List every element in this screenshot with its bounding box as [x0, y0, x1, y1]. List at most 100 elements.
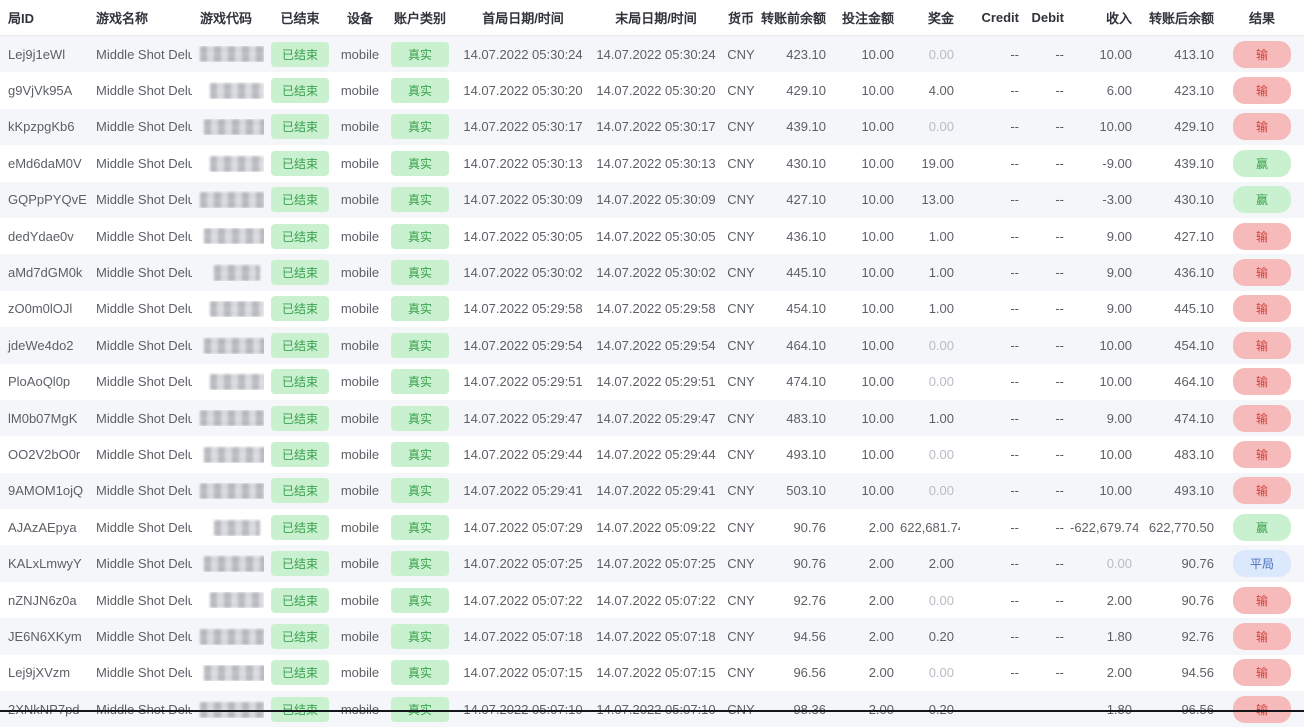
table-row[interactable]: g9VjVk95AMiddle Shot Deluxe已结束mobile真实14… — [0, 72, 1304, 108]
result-badge: 输 — [1233, 223, 1291, 250]
account-type-badge: 真实 — [384, 442, 456, 467]
income: 2.00 — [1070, 665, 1138, 680]
income: -622,679.74 — [1070, 520, 1138, 535]
game-name: Middle Shot Deluxe — [88, 229, 192, 244]
game-code-redacted — [192, 191, 264, 208]
finished-badge: 已结束 — [264, 478, 336, 503]
table-row[interactable]: eMd6daM0VMiddle Shot Deluxe已结束mobile真实14… — [0, 145, 1304, 181]
end-datetime: 14.07.2022 05:30:20 — [590, 83, 722, 98]
account-type-badge: 真实 — [384, 333, 456, 358]
table-row[interactable]: nZNJN6z0aMiddle Shot Deluxe已结束mobile真实14… — [0, 582, 1304, 618]
device: mobile — [336, 265, 384, 280]
finished-badge: 已结束 — [264, 260, 336, 285]
bet-amount: 10.00 — [832, 156, 900, 171]
table-row[interactable]: 9AMOM1ojQMiddle Shot Deluxe已结束mobile真实14… — [0, 473, 1304, 509]
account-type-badge: 真实 — [391, 187, 449, 212]
account-type-badge: 真实 — [384, 187, 456, 212]
table-row[interactable]: Lej9j1eWlMiddle Shot Deluxe已结束mobile真实14… — [0, 36, 1304, 72]
debit: -- — [1025, 665, 1070, 680]
end-datetime: 14.07.2022 05:30:09 — [590, 192, 722, 207]
end-datetime: 14.07.2022 05:09:22 — [590, 520, 722, 535]
device: mobile — [336, 83, 384, 98]
device: mobile — [336, 411, 384, 426]
finished-badge: 已结束 — [264, 333, 336, 358]
device: mobile — [336, 447, 384, 462]
round-id: jdeWe4do2 — [0, 338, 88, 353]
bet-amount: 10.00 — [832, 265, 900, 280]
result-badge: 平局 — [1220, 550, 1304, 577]
result-badge: 输 — [1220, 405, 1304, 432]
column-header-round-id: 局ID — [0, 8, 88, 27]
prize: 13.00 — [900, 192, 960, 207]
table-row[interactable]: KALxLmwyYMiddle Shot Deluxe已结束mobile真实14… — [0, 545, 1304, 581]
game-name: Middle Shot Deluxe — [88, 156, 192, 171]
currency: CNY — [722, 629, 760, 644]
round-id: kKpzpgKb6 — [0, 119, 88, 134]
credit: -- — [960, 665, 1025, 680]
table-row[interactable]: jdeWe4do2Middle Shot Deluxe已结束mobile真实14… — [0, 327, 1304, 363]
balance-after-transfer: 413.10 — [1138, 47, 1220, 62]
result-badge: 输 — [1233, 41, 1291, 68]
column-header-prize: 奖金 — [900, 8, 960, 27]
game-code-redacted — [192, 46, 264, 63]
game-code-blurred — [204, 119, 264, 135]
prize: 1.00 — [900, 411, 960, 426]
table-row[interactable]: lM0b07MgKMiddle Shot Deluxe已结束mobile真实14… — [0, 400, 1304, 436]
account-type-badge: 真实 — [384, 296, 456, 321]
table-row[interactable]: dedYdae0vMiddle Shot Deluxe已结束mobile真实14… — [0, 218, 1304, 254]
prize: 0.00 — [900, 338, 960, 353]
table-row[interactable]: OO2V2bO0rMiddle Shot Deluxe已结束mobile真实14… — [0, 436, 1304, 472]
start-datetime: 14.07.2022 05:07:15 — [456, 665, 590, 680]
balance-before-transfer: 474.10 — [760, 374, 832, 389]
debit: -- — [1025, 119, 1070, 134]
table-row[interactable]: aMd7dGM0kMiddle Shot Deluxe已结束mobile真实14… — [0, 254, 1304, 290]
table-row[interactable]: kKpzpgKb6Middle Shot Deluxe已结束mobile真实14… — [0, 109, 1304, 145]
game-code-blurred — [204, 665, 264, 681]
income: 10.00 — [1070, 119, 1138, 134]
column-header-bet-amount: 投注金额 — [832, 8, 900, 27]
column-header-start-datetime: 首局日期/时间 — [456, 8, 590, 27]
account-type-badge: 真实 — [384, 114, 456, 139]
end-datetime: 14.07.2022 05:30:02 — [590, 265, 722, 280]
column-header-end-datetime: 末局日期/时间 — [590, 8, 722, 27]
account-type-badge: 真实 — [384, 624, 456, 649]
income: 1.80 — [1070, 629, 1138, 644]
table-row[interactable]: GQPpPYQvEMiddle Shot Deluxe已结束mobile真实14… — [0, 182, 1304, 218]
debit: -- — [1025, 338, 1070, 353]
game-code-redacted — [192, 228, 264, 245]
finished-badge: 已结束 — [271, 588, 329, 613]
credit: -- — [960, 374, 1025, 389]
start-datetime: 14.07.2022 05:29:41 — [456, 483, 590, 498]
round-id: KALxLmwyY — [0, 556, 88, 571]
game-code-blurred — [214, 520, 260, 536]
currency: CNY — [722, 192, 760, 207]
balance-after-transfer: 430.10 — [1138, 192, 1220, 207]
result-badge: 输 — [1220, 259, 1304, 286]
result-badge: 输 — [1220, 623, 1304, 650]
currency: CNY — [722, 301, 760, 316]
game-code-redacted — [192, 119, 264, 136]
table-row[interactable]: AJAzAEpyaMiddle Shot Deluxe已结束mobile真实14… — [0, 509, 1304, 545]
credit: -- — [960, 556, 1025, 571]
balance-before-transfer: 90.76 — [760, 556, 832, 571]
result-badge: 输 — [1220, 223, 1304, 250]
end-datetime: 14.07.2022 05:29:51 — [590, 374, 722, 389]
table-row[interactable]: JE6N6XKymMiddle Shot Deluxe已结束mobile真实14… — [0, 618, 1304, 654]
table-row[interactable]: Lej9jXVzmMiddle Shot Deluxe已结束mobile真实14… — [0, 655, 1304, 691]
result-badge: 输 — [1220, 587, 1304, 614]
debit: -- — [1025, 629, 1070, 644]
debit: -- — [1025, 374, 1070, 389]
balance-before-transfer: 454.10 — [760, 301, 832, 316]
account-type-badge: 真实 — [391, 551, 449, 576]
income: 10.00 — [1070, 374, 1138, 389]
start-datetime: 14.07.2022 05:07:18 — [456, 629, 590, 644]
income: 10.00 — [1070, 483, 1138, 498]
game-name: Middle Shot Deluxe — [88, 265, 192, 280]
table-row[interactable]: PloAoQl0pMiddle Shot Deluxe已结束mobile真实14… — [0, 364, 1304, 400]
prize: 0.00 — [900, 119, 960, 134]
result-badge: 输 — [1233, 623, 1291, 650]
balance-after-transfer: 92.76 — [1138, 629, 1220, 644]
currency: CNY — [722, 229, 760, 244]
column-header-game-code-redacted: 游戏代码 — [192, 8, 264, 27]
table-row[interactable]: zO0m0lOJlMiddle Shot Deluxe已结束mobile真实14… — [0, 291, 1304, 327]
